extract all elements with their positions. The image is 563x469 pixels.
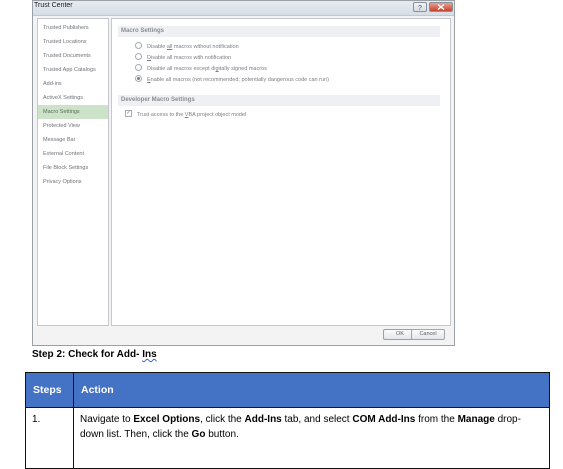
dialog-titlebar: Trust Center ? <box>33 1 454 16</box>
action-bold: Excel Options <box>133 414 201 425</box>
option-label: Disable <box>147 44 167 50</box>
radio-selected-icon <box>135 75 142 83</box>
radio-icon <box>135 42 142 50</box>
action-text: Navigate to <box>80 414 134 425</box>
radio-disable-except-signed[interactable]: Disable all macros except digitally sign… <box>135 64 267 74</box>
sidebar-item-add-ins[interactable]: Add-ins <box>38 77 108 91</box>
radio-icon <box>135 53 142 61</box>
sidebar-item-privacy-options[interactable]: Privacy Options <box>38 175 108 189</box>
action-text: tab, and select <box>281 414 353 425</box>
radio-disable-all-no-notification[interactable]: Disable all macros without notification <box>135 42 239 52</box>
step-heading: Step 2: Check for Add- Ins <box>32 349 157 360</box>
action-bold: COM Add-Ins <box>352 414 416 425</box>
action-cell: Navigate to Excel Options, click the Add… <box>73 407 550 469</box>
close-button[interactable] <box>429 2 453 12</box>
table-header-row: Steps Action <box>25 372 550 408</box>
trust-center-dialog: Trust Center ? Trusted Publishers Truste… <box>32 0 455 346</box>
sidebar-item-trusted-publishers[interactable]: Trusted Publishers <box>38 21 108 35</box>
radio-enable-all-macros[interactable]: Enable all macros (not recommended; pote… <box>135 75 329 85</box>
sidebar-item-trusted-documents[interactable]: Trusted Documents <box>38 49 108 63</box>
svg-text:?: ? <box>418 5 422 11</box>
sidebar-item-trusted-app-catalogs[interactable]: Trusted App Catalogs <box>38 63 108 77</box>
option-label: nable all macros (not recommended; poten… <box>150 77 329 83</box>
action-text: , click the <box>200 414 245 425</box>
cancel-button[interactable]: Cancel <box>411 329 445 340</box>
radio-icon <box>135 64 142 72</box>
action-text: button. <box>205 429 239 440</box>
action-bold: Add-Ins <box>244 414 282 425</box>
step-number-cell: 1. <box>25 407 74 469</box>
step-heading-ins: Ins <box>142 349 157 360</box>
sidebar-item-external-content[interactable]: External Content <box>38 147 108 161</box>
checkbox-label: Trust access to the <box>137 112 185 118</box>
option-label: isable all macros with notification <box>150 55 232 61</box>
settings-panel: Macro Settings Disable all macros withou… <box>111 18 451 326</box>
table-row: 1. Navigate to Excel Options, click the … <box>25 407 550 469</box>
option-label: itally signed macros <box>218 66 267 72</box>
developer-macro-settings-heading: Developer Macro Settings <box>118 95 440 106</box>
option-label: macros without notification <box>172 44 239 50</box>
radio-disable-all-with-notification[interactable]: Disable all macros with notification <box>135 53 232 63</box>
macro-settings-heading: Macro Settings <box>118 26 440 37</box>
sidebar-item-file-block-settings[interactable]: File Block Settings <box>38 161 108 175</box>
checkbox-label: BA project object model <box>188 112 247 118</box>
close-icon <box>437 3 445 11</box>
help-button[interactable]: ? <box>413 2 427 12</box>
sidebar-item-message-bar[interactable]: Message Bar <box>38 133 108 147</box>
action-bold: Manage <box>457 414 495 425</box>
sidebar-item-protected-view[interactable]: Protected View <box>38 119 108 133</box>
action-bold: Go <box>191 429 206 440</box>
option-label: Disable all macros except di <box>147 66 216 72</box>
checkmark-icon: ✓ <box>125 110 132 118</box>
dialog-title: Trust Center <box>34 2 73 9</box>
checkbox-trust-vba[interactable]: ✓ Trust access to the VBA project object … <box>125 110 247 120</box>
column-header-action: Action <box>73 372 550 408</box>
steps-table: Steps Action 1. Navigate to Excel Option… <box>25 372 550 469</box>
column-header-steps: Steps <box>25 372 74 408</box>
sidebar-item-activex-settings[interactable]: ActiveX Settings <box>38 91 108 105</box>
sidebar-item-trusted-locations[interactable]: Trusted Locations <box>38 35 108 49</box>
step-heading-text: Step 2: Check for Add- <box>32 349 143 360</box>
trust-center-sidebar: Trusted Publishers Trusted Locations Tru… <box>37 18 109 326</box>
help-icon: ? <box>418 5 422 11</box>
action-text: from the <box>415 414 458 425</box>
sidebar-item-macro-settings[interactable]: Macro Settings <box>38 105 108 119</box>
